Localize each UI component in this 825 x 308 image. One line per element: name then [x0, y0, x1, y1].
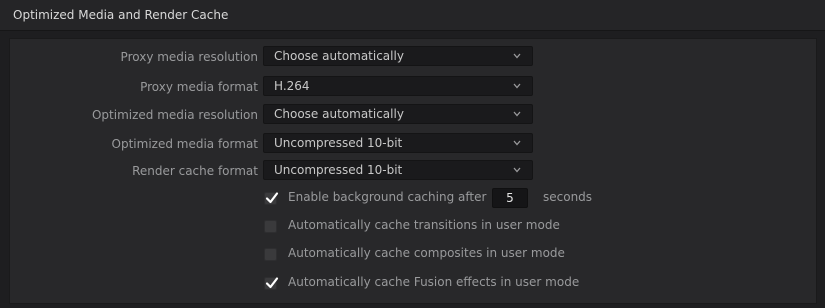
optimized-resolution-label: Optimized media resolution — [91, 108, 258, 122]
cache-transitions-checkbox[interactable] — [264, 220, 277, 233]
cache-composites-checkbox[interactable] — [264, 248, 277, 261]
cache-fusion-effects-label: Automatically cache Fusion effects in us… — [288, 275, 580, 289]
optimized-format-dropdown[interactable]: Uncompressed 10-bit — [263, 133, 533, 153]
dropdown-value: Choose automatically — [274, 107, 404, 121]
section-title: Optimized Media and Render Cache — [13, 8, 229, 22]
chevron-down-icon — [513, 83, 521, 89]
proxy-resolution-label: Proxy media resolution — [120, 50, 258, 64]
section-header: Optimized Media and Render Cache — [0, 0, 825, 31]
optimized-resolution-dropdown[interactable]: Choose automatically — [263, 104, 533, 124]
proxy-resolution-dropdown[interactable]: Choose automatically — [263, 46, 533, 66]
proxy-format-label: Proxy media format — [140, 80, 258, 94]
cache-composites-label: Automatically cache composites in user m… — [288, 246, 565, 260]
checkmark-icon — [265, 192, 279, 204]
cache-fusion-effects-checkbox[interactable] — [264, 277, 279, 290]
cache-transitions-label: Automatically cache transitions in user … — [288, 218, 560, 232]
settings-panel: Optimized Media and Render Cache Proxy m… — [0, 0, 825, 308]
dropdown-value: Uncompressed 10-bit — [274, 136, 403, 150]
render-cache-format-dropdown[interactable]: Uncompressed 10-bit — [263, 160, 533, 180]
checkmark-icon — [265, 277, 279, 289]
optimized-format-label: Optimized media format — [111, 137, 258, 151]
render-cache-format-label: Render cache format — [132, 164, 258, 178]
proxy-format-dropdown[interactable]: H.264 — [263, 76, 533, 96]
seconds-label: seconds — [543, 190, 593, 204]
chevron-down-icon — [513, 111, 521, 117]
chevron-down-icon — [513, 140, 521, 146]
background-caching-checkbox[interactable] — [264, 192, 279, 205]
background-caching-label: Enable background caching after — [288, 190, 487, 204]
dropdown-value: Choose automatically — [274, 49, 404, 63]
background-caching-delay-input[interactable]: 5 — [492, 188, 528, 208]
dropdown-value: H.264 — [274, 79, 310, 93]
chevron-down-icon — [513, 53, 521, 59]
chevron-down-icon — [513, 167, 521, 173]
dropdown-value: Uncompressed 10-bit — [274, 163, 403, 177]
